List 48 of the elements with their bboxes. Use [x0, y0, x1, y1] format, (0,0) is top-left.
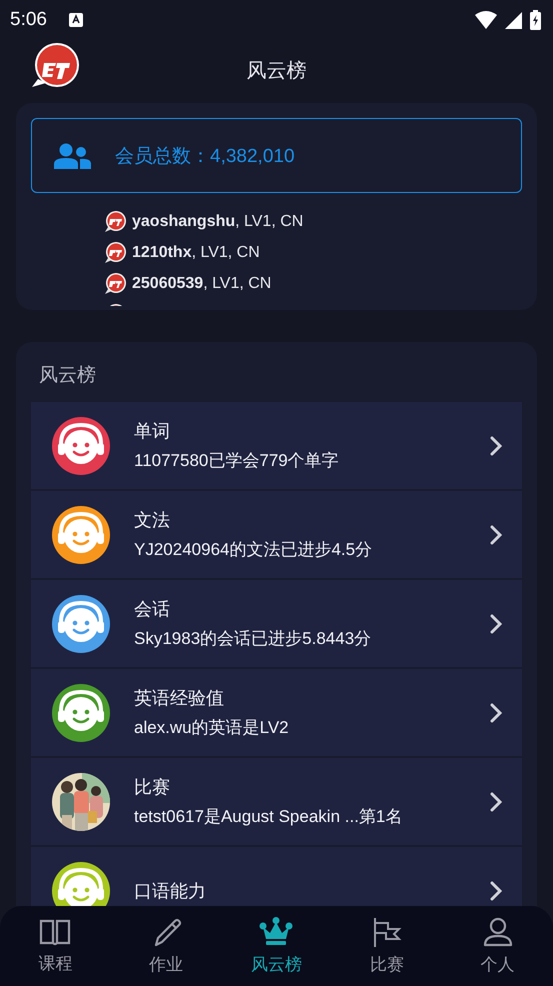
row-title: 文法 — [134, 509, 171, 532]
section-title: 风云榜 — [39, 363, 97, 388]
logo-icon — [104, 272, 126, 294]
ranking-row[interactable]: 比赛 tetst0617是August Speakin ...第1名 — [31, 758, 522, 845]
member-entry: 25060539, LV1, CN — [132, 274, 272, 292]
nav-tab[interactable]: 作业 — [110, 906, 222, 986]
nav-tab[interactable]: 课程 — [0, 906, 111, 986]
member-entry: yaoshangshu, LV1, CN — [132, 212, 304, 230]
row-subtitle: alex.wu的英语是LV2 — [134, 717, 290, 739]
row-title: 单词 — [134, 420, 171, 443]
logo-icon — [104, 210, 126, 232]
ranking-row[interactable]: 英语经验值 alex.wu的英语是LV2 — [31, 669, 522, 756]
chevron-right-icon — [490, 702, 502, 722]
nav-tab[interactable]: 风云榜 — [221, 906, 332, 986]
logo-icon — [30, 43, 80, 89]
chevron-right-icon — [490, 792, 502, 812]
person-icon — [482, 916, 513, 946]
book-icon — [39, 918, 72, 946]
ranking-row[interactable]: 文法 YJ20240964的文法已进步4.5分 — [31, 491, 522, 578]
signal-icon — [505, 12, 522, 28]
chevron-right-icon — [490, 436, 502, 456]
chevron-right-icon — [490, 880, 502, 900]
wifi-icon — [475, 11, 497, 29]
nav-tab[interactable]: 比赛 — [332, 906, 442, 986]
row-title: 比赛 — [134, 776, 171, 799]
crown-icon — [259, 916, 294, 946]
status-time: 5:06 — [10, 9, 47, 31]
row-subtitle: 11077580已学会779个单字 — [134, 450, 340, 472]
ranking-row[interactable]: 单词 11077580已学会779个单字 — [31, 402, 522, 489]
row-title: 英语经验值 — [134, 687, 225, 710]
ranking-row[interactable]: 口语能力 — [31, 847, 522, 906]
member-entry: 1210thx, LV1, CN — [132, 244, 260, 262]
member-total: 会员总数：4,382,010 — [115, 144, 295, 168]
battery-icon — [530, 10, 541, 30]
row-title: 口语能力 — [134, 880, 207, 902]
people-icon — [54, 142, 91, 168]
logo-icon — [104, 242, 126, 264]
page-title: 风云榜 — [246, 56, 306, 84]
nav-tab[interactable]: 个人 — [442, 906, 553, 986]
keyboard-icon — [68, 13, 83, 27]
row-subtitle: Sky1983的会话已进步5.8443分 — [134, 628, 372, 650]
flag-icon — [372, 916, 402, 946]
ranking-row[interactable]: 会话 Sky1983的会话已进步5.8443分 — [31, 580, 522, 667]
chevron-right-icon — [490, 614, 502, 634]
chevron-right-icon — [490, 524, 502, 544]
row-title: 会话 — [134, 598, 171, 621]
row-subtitle: YJ20240964的文法已进步4.5分 — [134, 539, 374, 561]
row-subtitle: tetst0617是August Speakin ...第1名 — [134, 806, 404, 828]
